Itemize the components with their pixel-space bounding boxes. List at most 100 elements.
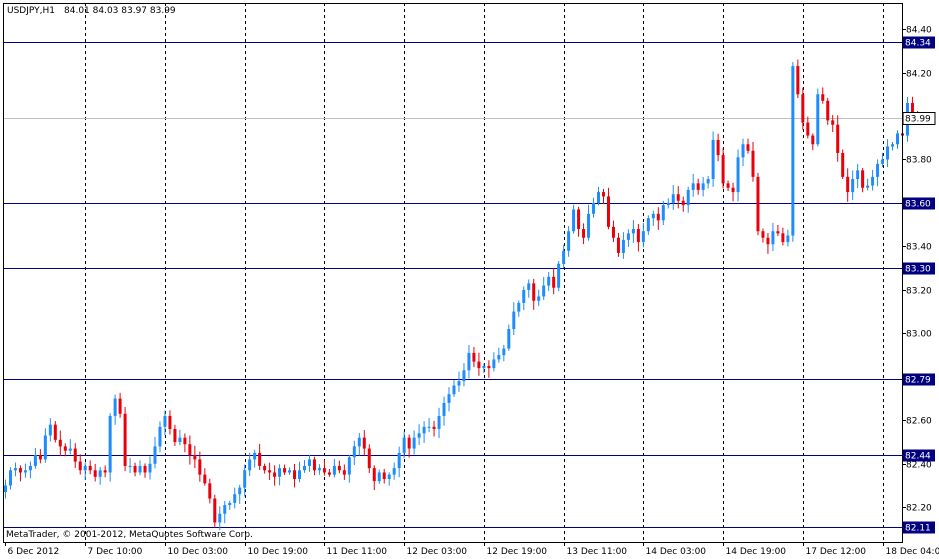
candle-body	[327, 472, 331, 475]
candle-body	[497, 355, 501, 360]
candle-body	[671, 194, 675, 203]
y-tick-label: 82.40	[906, 461, 932, 471]
candle-body	[606, 196, 610, 227]
candle-body	[213, 498, 217, 523]
candle-body	[492, 359, 496, 369]
candle-body	[268, 470, 272, 473]
candle-body	[173, 428, 177, 443]
candle-body	[148, 463, 152, 473]
y-tick-label: 83.80	[906, 156, 932, 166]
candle-body	[751, 150, 755, 177]
candle-body	[178, 437, 182, 443]
candle-body	[163, 415, 167, 427]
candle-body	[123, 413, 127, 466]
chart-border	[3, 3, 903, 543]
candle-body	[487, 365, 491, 369]
candle-body	[302, 465, 306, 471]
candle-body	[238, 487, 242, 495]
candle-body	[821, 94, 825, 101]
candle-body	[58, 439, 62, 447]
x-tick-label: 12 Dec 19:00	[487, 547, 548, 557]
candle-body	[307, 459, 311, 466]
candle-body	[716, 139, 720, 156]
candle-body	[223, 505, 227, 514]
candle-body	[23, 470, 27, 473]
candle-body	[766, 237, 770, 245]
candle-body	[218, 513, 222, 523]
candle-body	[776, 231, 780, 234]
price-chart[interactable]: 84.40 84.20 83.80 83.40 83.20 83.00 82.60 82.40…	[0, 0, 939, 559]
candle-body	[13, 468, 17, 471]
candle-body	[298, 470, 302, 479]
candle-body	[53, 424, 57, 440]
candle-body	[407, 437, 411, 449]
candle-body	[831, 120, 835, 125]
candle-body	[616, 237, 620, 253]
candle-body	[896, 133, 900, 145]
x-tick-label: 10 Dec 19:00	[248, 547, 309, 557]
candle-body	[317, 468, 321, 471]
candle-body	[143, 465, 147, 473]
candle-body	[392, 468, 396, 475]
candle-body	[512, 311, 516, 330]
y-tick-label: 82.60	[906, 417, 932, 427]
candle-body	[382, 472, 386, 479]
candle-body	[263, 465, 267, 471]
x-axis-ticks: 6 Dec 2012 7 Dec 10:00 10 Dec 03:00 10 Dec …	[5, 542, 939, 557]
candle-body	[791, 66, 795, 236]
candle-body	[467, 352, 471, 371]
candle-body	[856, 170, 860, 180]
current-price-label: 83.99	[905, 115, 931, 125]
candle-body	[422, 426, 426, 434]
candle-body	[352, 446, 356, 458]
y-tick-label: 84.20	[906, 70, 932, 80]
candle-body	[153, 446, 157, 464]
candle-body	[437, 415, 441, 429]
candle-body	[457, 381, 461, 386]
candle-body	[312, 459, 316, 471]
candle-body	[621, 239, 625, 253]
chart-symbol: USDJPY,H1	[7, 6, 55, 16]
candle-body	[447, 394, 451, 403]
candle-body	[641, 231, 645, 243]
candle-body	[397, 452, 401, 469]
level-label: 84.34	[905, 39, 931, 49]
x-tick-label: 12 Dec 03:00	[407, 547, 468, 557]
candle-body	[582, 229, 586, 238]
candle-body	[756, 176, 760, 232]
candle-body	[357, 437, 361, 447]
x-tick-label: 10 Dec 03:00	[168, 547, 229, 557]
candle-body	[841, 152, 845, 177]
candle-body	[283, 468, 287, 473]
candle-body	[412, 437, 416, 449]
x-tick-label: 6 Dec 2012	[8, 547, 60, 557]
candle-body	[577, 209, 581, 230]
candle-body	[851, 179, 855, 193]
candle-body	[557, 263, 561, 288]
candle-body	[611, 226, 615, 238]
candle-body	[651, 213, 655, 219]
y-tick-label: 83.40	[906, 243, 932, 253]
candle-body	[203, 474, 207, 484]
candle-body	[293, 470, 297, 479]
candle-body	[746, 144, 750, 151]
candle-body	[711, 139, 715, 180]
candle-body	[547, 276, 551, 286]
candle-body	[726, 183, 730, 188]
candle-body	[542, 285, 546, 297]
level-label: 82.79	[905, 376, 931, 386]
candle-body	[68, 448, 72, 451]
candle-body	[322, 468, 326, 473]
candle-body	[866, 185, 870, 188]
x-tick-label: 18 Dec 04:00	[886, 547, 939, 557]
candle-body	[88, 465, 92, 471]
candle-body	[572, 209, 576, 232]
candle-body	[233, 494, 237, 503]
candle-body	[78, 461, 82, 471]
candle-body	[741, 144, 745, 158]
candle-body	[377, 472, 381, 482]
candle-body	[477, 361, 481, 369]
candle-body	[592, 202, 596, 214]
candle-body	[701, 183, 705, 190]
candle-body	[636, 229, 640, 243]
